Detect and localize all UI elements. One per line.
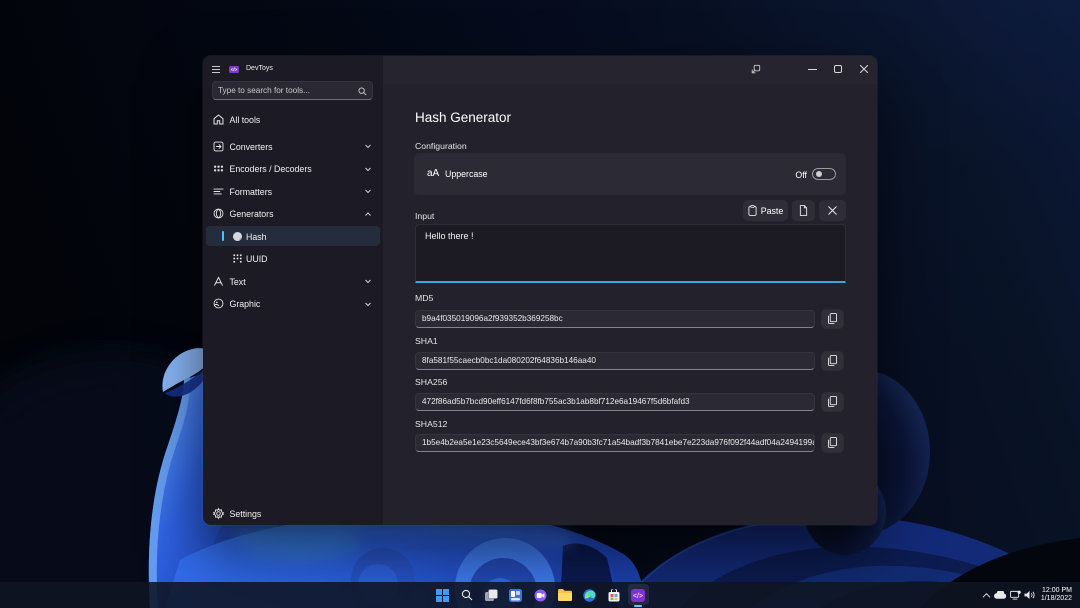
- svg-text:</>: </>: [633, 593, 643, 600]
